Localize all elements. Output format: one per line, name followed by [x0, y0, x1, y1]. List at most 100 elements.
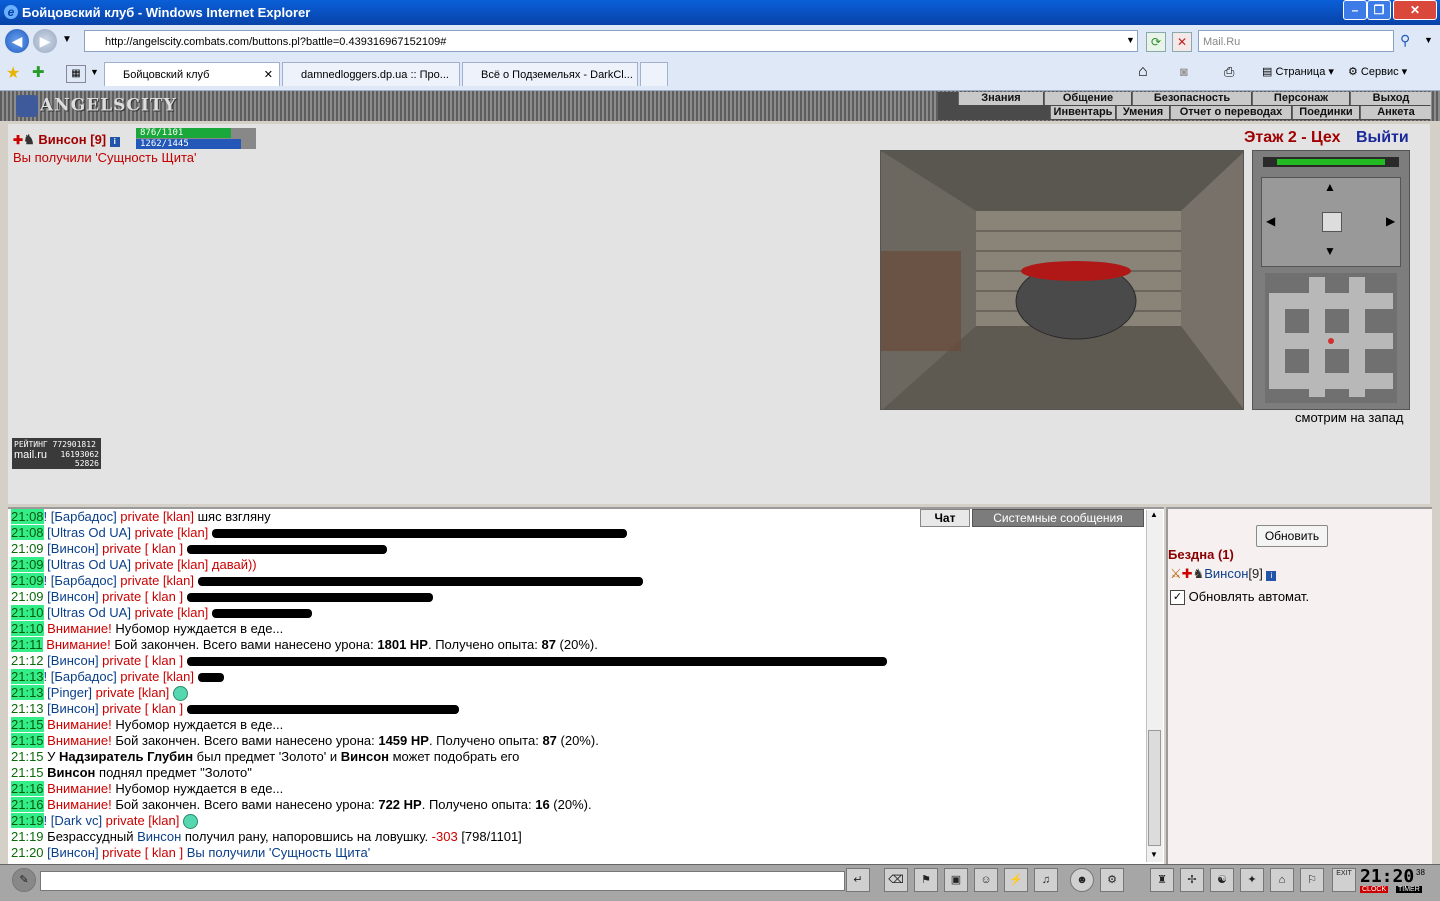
smiles-icon[interactable]: ☻	[1070, 868, 1094, 892]
chat-text[interactable]: [Ultras Od UA]	[44, 605, 135, 620]
chat-scrollbar[interactable]: ▲ ▼	[1146, 510, 1163, 862]
chat-text[interactable]: ! [Барбадос]	[44, 669, 121, 684]
chat-time[interactable]: 21:10	[11, 621, 44, 636]
scroll-up-icon[interactable]: ▲	[1150, 510, 1158, 519]
chat-text[interactable]: Вы получили 'Сущность Щита'	[187, 845, 370, 860]
scroll-thumb[interactable]	[1148, 730, 1161, 846]
back-button[interactable]: ◀	[5, 29, 29, 53]
room-player[interactable]: ⚔✚♞Винсон[9] i	[1170, 566, 1277, 582]
chat-text[interactable]: [Винсон]	[44, 541, 103, 556]
quest-icon[interactable]: ✦	[1240, 868, 1264, 892]
chat-text[interactable]: Винсон	[137, 829, 181, 844]
chat-text[interactable]: [Ultras Od UA]	[44, 525, 135, 540]
chat-time[interactable]: 21:19	[11, 829, 44, 844]
compass-control[interactable]: ▲ ▼ ◀ ▶	[1261, 177, 1401, 267]
chat-time[interactable]: 21:09	[11, 589, 44, 604]
close-window-button[interactable]: ✕	[1393, 0, 1437, 20]
address-input[interactable]: http://angelscity.combats.com/buttons.pl…	[84, 30, 1138, 52]
inventory-icon[interactable]: ♜	[1150, 868, 1174, 892]
search-icon[interactable]: ⚲	[1400, 32, 1410, 49]
menu-character[interactable]: Персонаж	[1252, 92, 1349, 105]
clear-icon[interactable]: ⌫	[884, 868, 908, 892]
menu-exit[interactable]: Выход	[1350, 92, 1431, 105]
first-aid-icon[interactable]: ✚	[13, 133, 23, 147]
add-favorite-icon[interactable]: ✚	[32, 63, 45, 81]
tab-chat[interactable]: Чат	[920, 509, 970, 527]
move-back-icon[interactable]: ▼	[1324, 244, 1336, 258]
tab-system-messages[interactable]: Системные сообщения	[972, 509, 1144, 527]
party-icon[interactable]: ☯	[1210, 868, 1234, 892]
speed-icon[interactable]: ⚡	[1004, 868, 1028, 892]
chat-time[interactable]: 21:13	[11, 685, 44, 700]
chat-time[interactable]: 21:15	[11, 765, 44, 780]
chat-time[interactable]: 21:08	[11, 525, 44, 540]
tab-combats[interactable]: Бойцовский клуб ✕	[104, 62, 280, 86]
send-icon[interactable]: ↵	[846, 868, 870, 892]
first-aid-icon[interactable]: ✚	[1182, 566, 1193, 581]
player-name[interactable]: Винсон	[38, 132, 86, 147]
quick-tabs-icon[interactable]: ▦	[66, 65, 86, 83]
address-dropdown-icon[interactable]: ▼	[1126, 35, 1135, 45]
page-menu[interactable]: ▤ Страница ▾	[1262, 65, 1334, 78]
print-icon[interactable]: ⎙	[1224, 64, 1234, 80]
new-tab-button[interactable]	[640, 62, 668, 86]
refresh-icon[interactable]: ⟳	[1146, 32, 1166, 52]
room-player-name[interactable]: Винсон	[1204, 566, 1248, 581]
scroll-down-icon[interactable]: ▼	[1150, 850, 1158, 859]
turn-right-icon[interactable]: ▶	[1386, 214, 1395, 228]
filter-icon[interactable]: ⚑	[914, 868, 938, 892]
chat-text[interactable]: [Винсон]	[44, 701, 103, 716]
chat-time[interactable]: 21:08	[11, 509, 44, 524]
chat-time[interactable]: 21:15	[11, 717, 44, 732]
menu-communication[interactable]: Общение	[1044, 92, 1131, 105]
menu-fights[interactable]: Поединки	[1292, 106, 1359, 119]
flag-icon[interactable]: ⚐	[1300, 868, 1324, 892]
menu-skills[interactable]: Умения	[1116, 106, 1169, 119]
auto-refresh-checkbox[interactable]: ✓	[1170, 590, 1185, 606]
chat-text[interactable]: [Винсон]	[44, 589, 103, 604]
chat-input[interactable]	[40, 871, 845, 891]
feeds-icon[interactable]: ◙	[1180, 64, 1188, 79]
chat-time[interactable]: 21:16	[11, 797, 44, 812]
stop-icon[interactable]: ✕	[1172, 32, 1192, 52]
save-log-icon[interactable]: ▣	[944, 868, 968, 892]
chat-time[interactable]: 21:20	[11, 845, 44, 860]
tab-darkclan[interactable]: Всё о Подземельях - DarkCl...	[462, 62, 638, 86]
dungeon-view[interactable]	[880, 150, 1244, 410]
chat-time[interactable]: 21:16	[11, 781, 44, 796]
minimize-button[interactable]: –	[1343, 0, 1367, 20]
refresh-button[interactable]: Обновить	[1256, 525, 1328, 547]
shop-icon[interactable]: ⌂	[1270, 868, 1294, 892]
chat-text[interactable]: [Pinger]	[44, 685, 96, 700]
chat-time[interactable]: 21:15	[11, 733, 44, 748]
move-icon[interactable]: ☺	[974, 868, 998, 892]
tab-damnedloggers[interactable]: damnedloggers.dp.ua :: Про...	[282, 62, 460, 86]
chat-time[interactable]: 21:13	[11, 669, 44, 684]
menu-security[interactable]: Безопасность	[1132, 92, 1251, 105]
chat-time[interactable]: 21:09	[11, 573, 44, 588]
chat-text[interactable]: ! [Барбадос]	[44, 509, 121, 524]
info-icon[interactable]: i	[109, 137, 120, 147]
chat-text[interactable]: ! [Барбадос]	[44, 573, 121, 588]
favorites-star-icon[interactable]: ★	[6, 63, 20, 83]
tab-list-dropdown-icon[interactable]: ▼	[90, 67, 99, 77]
menu-transfer-report[interactable]: Отчет о переводах	[1170, 106, 1291, 119]
chat-time[interactable]: 21:09	[11, 541, 44, 556]
move-forward-icon[interactable]: ▲	[1324, 180, 1336, 194]
chat-mode-icon[interactable]: ✎	[12, 868, 36, 892]
home-icon[interactable]: ⌂	[1138, 63, 1148, 81]
maximize-button[interactable]: ❐	[1367, 0, 1391, 20]
menu-knowledge[interactable]: Знания	[958, 92, 1043, 105]
menu-profile[interactable]: Анкета	[1360, 106, 1431, 119]
chat-time[interactable]: 21:15	[11, 749, 44, 764]
info-icon[interactable]: i	[1266, 571, 1277, 581]
chat-text[interactable]: [Винсон]	[44, 845, 103, 860]
settings-icon[interactable]: ⚙	[1100, 868, 1124, 892]
menu-inventory[interactable]: Инвентарь	[1050, 106, 1115, 119]
mailru-rating-counter[interactable]: РЕЙТИНГ 772901812 mail.ru 16193062 52826	[12, 438, 101, 469]
chat-log[interactable]: 21:08! [Барбадос] private [klan] шяс взг…	[8, 507, 1164, 865]
tools-menu[interactable]: ⚙ Сервис ▾	[1348, 65, 1407, 78]
chat-time[interactable]: 21:10	[11, 605, 44, 620]
chat-time[interactable]: 21:09	[11, 557, 44, 572]
map-icon[interactable]: ✢	[1180, 868, 1204, 892]
